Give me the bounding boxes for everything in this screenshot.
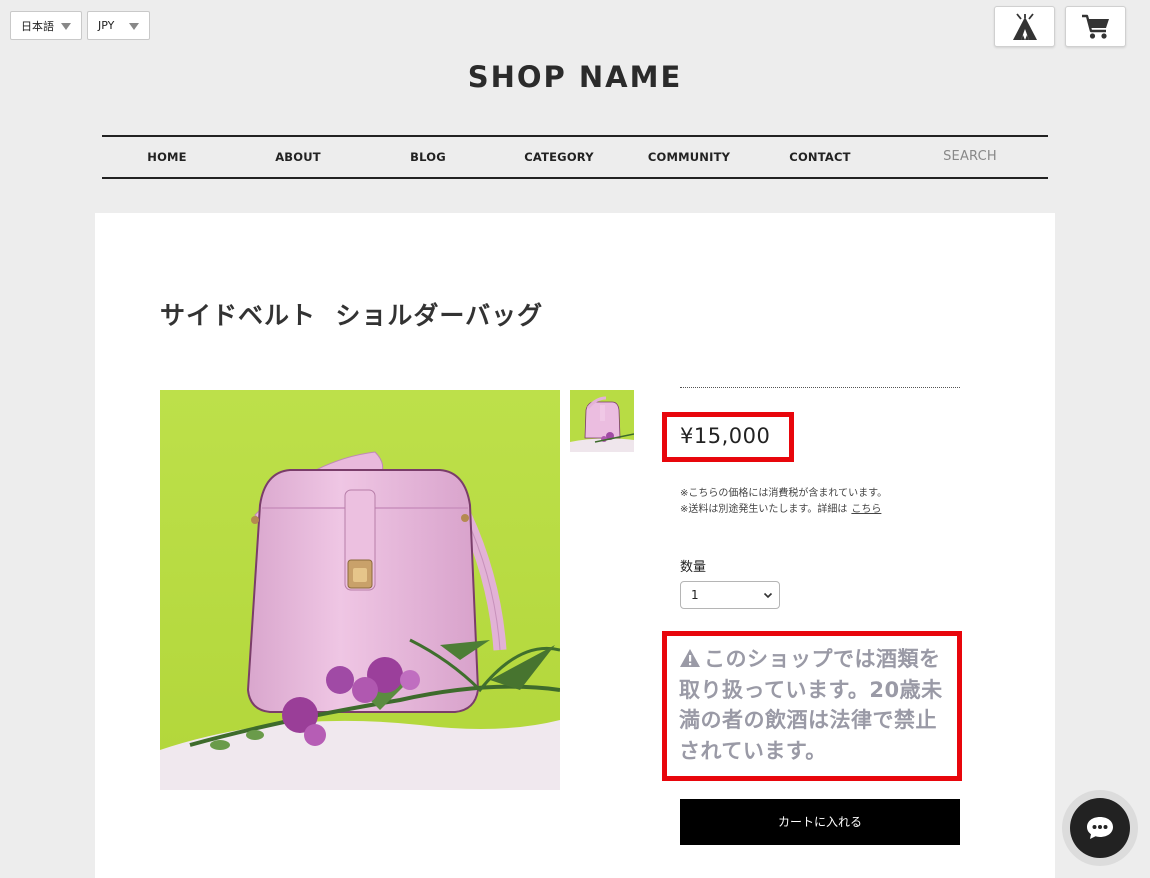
quantity-label: 数量: [680, 560, 707, 575]
warning-icon: [680, 649, 700, 667]
nav-community[interactable]: COMMUNITY: [648, 137, 730, 177]
shop-name[interactable]: SHOP NAME: [0, 60, 1150, 94]
nav-about[interactable]: ABOUT: [275, 137, 321, 177]
shop-home-button[interactable]: [994, 6, 1055, 47]
language-value: 日本語: [21, 19, 54, 33]
tax-note: ※こちらの価格には消費税が含まれています。: [680, 488, 888, 499]
add-to-cart-button[interactable]: カートに入れる: [680, 799, 960, 845]
nav-blog[interactable]: BLOG: [410, 137, 446, 177]
cart-icon: [1081, 14, 1109, 39]
chevron-down-icon: [129, 23, 139, 30]
shipping-details-link[interactable]: こちら: [851, 504, 881, 515]
nav-contact[interactable]: CONTACT: [789, 137, 850, 177]
quantity-value: 1: [691, 588, 699, 602]
divider: [680, 387, 960, 388]
chevron-down-icon: [763, 592, 773, 599]
alcohol-warning: このショップでは酒類を取り扱っています。20歳未満の者の飲酒は法律で禁止されてい…: [679, 644, 954, 766]
shipping-note: ※送料は別途発生いたします。詳細は: [680, 504, 848, 515]
currency-select[interactable]: JPY: [87, 11, 150, 40]
chevron-down-icon: [61, 23, 71, 30]
shipping-note-line: ※送料は別途発生いたします。詳細は こちら: [680, 502, 887, 518]
chat-button-inner: [1070, 798, 1130, 858]
price-notes: ※こちらの価格には消費税が含まれています。 ※送料は別途発生いたします。詳細はこ…: [680, 486, 887, 518]
product-price: ¥15,000: [680, 424, 771, 448]
search-input[interactable]: SEARCH: [943, 137, 997, 177]
quantity-select[interactable]: 1: [680, 581, 780, 609]
nav-category[interactable]: CATEGORY: [524, 137, 594, 177]
currency-value: JPY: [98, 19, 115, 32]
chat-bubble-icon: [1087, 817, 1113, 839]
language-select[interactable]: 日本語: [10, 11, 82, 40]
product-thumbnail[interactable]: [570, 390, 634, 452]
cart-button[interactable]: [1065, 6, 1126, 47]
nav-home[interactable]: HOME: [147, 137, 187, 177]
global-nav: HOME ABOUT BLOG CATEGORY COMMUNITY CONTA…: [102, 135, 1048, 179]
tent-icon: [1012, 12, 1037, 40]
product-title: サイドベルト ショルダーバッグ: [160, 301, 544, 330]
alcohol-warning-text: このショップでは酒類を取り扱っています。20歳未満の者の飲酒は法律で禁止されてい…: [679, 647, 943, 763]
product-main-image[interactable]: [160, 390, 560, 790]
chat-button[interactable]: [1062, 790, 1138, 866]
